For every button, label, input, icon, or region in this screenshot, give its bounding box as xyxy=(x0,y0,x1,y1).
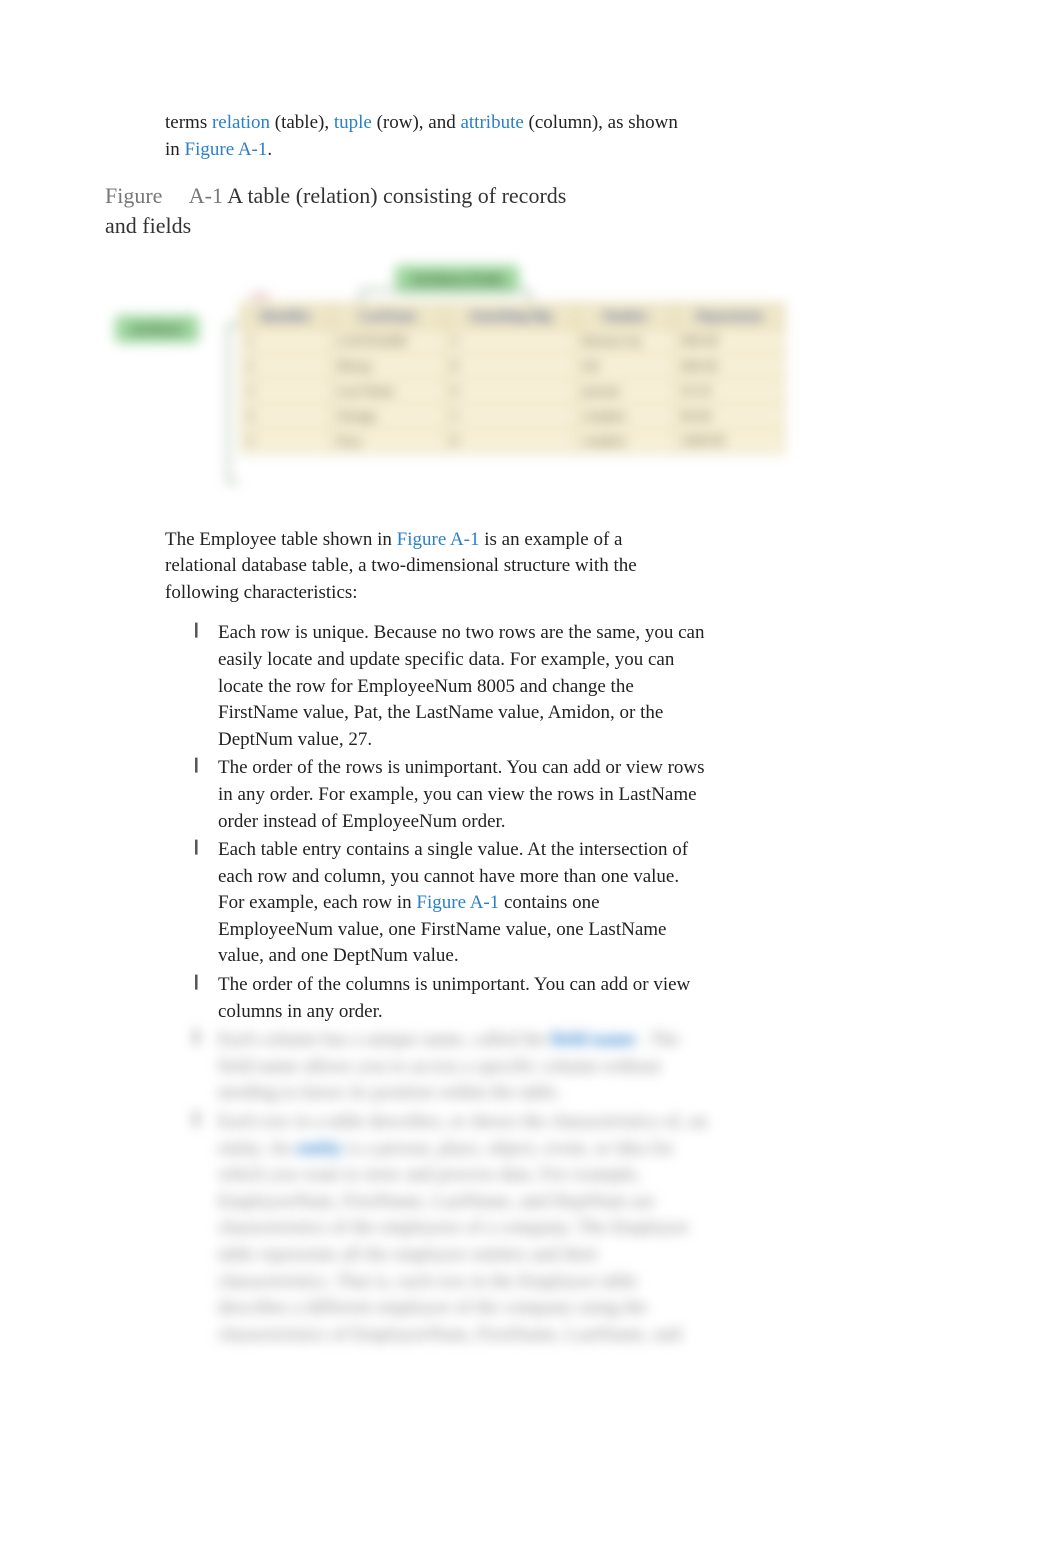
characteristics-intro: The Employee table shown in Figure A-1 i… xyxy=(165,527,685,607)
bullet-blur-post: is a person, place, object, event, or id… xyxy=(218,1138,689,1345)
bullet-blur-pre: Each column has a unique name, called th… xyxy=(218,1029,551,1050)
table-row: 3 Last-Name 9 present 55-55 xyxy=(241,378,785,403)
bullet-text: The order of the rows is unimportant. Yo… xyxy=(218,757,705,831)
figure-ref-a1-intro[interactable]: Figure A-1 xyxy=(185,139,268,160)
figure-caption: Figure A-1 A table (relation) consisting… xyxy=(105,181,585,240)
table-name-label: Table xyxy=(250,291,270,301)
figure-a1-image: Attributes/Fields attributes Table Ident… xyxy=(105,253,962,503)
intro-mid2: (row), and xyxy=(377,112,461,133)
characteristics-list: Each row is unique. Because no two rows … xyxy=(190,620,710,1348)
list-item: Each row is unique. Because no two rows … xyxy=(190,620,710,753)
th-0: Identifier xyxy=(241,303,331,328)
intro-pre: terms xyxy=(165,112,212,133)
callout-attributes: attributes xyxy=(115,315,199,343)
intro-end: . xyxy=(267,139,272,160)
figure-ref-a1-para2[interactable]: Figure A-1 xyxy=(397,529,480,550)
para2-pre: The Employee table shown in xyxy=(165,529,397,550)
th-3: Number xyxy=(576,303,675,328)
figure-title: A table (relation) consisting of records… xyxy=(105,183,566,238)
list-item: The order of the rows is unimportant. Yo… xyxy=(190,755,710,835)
term-entity[interactable]: entity xyxy=(296,1138,342,1159)
intro-mid1: (table), xyxy=(275,112,334,133)
bracket-top xyxy=(360,289,530,303)
term-relation[interactable]: relation xyxy=(212,112,270,133)
table-row: 1 LASTNAME 3 Bottom-Up 999-99 xyxy=(241,328,785,353)
term-attribute[interactable]: attribute xyxy=(460,112,523,133)
figure-label: Figure xyxy=(105,183,162,208)
th-1: LastName xyxy=(330,303,445,328)
table-header-row: Identifier LastName Something-Big Number… xyxy=(241,303,785,328)
table-row: 4 Strange 5 complex 66-66 xyxy=(241,403,785,428)
table-row: 5 Easy 8 complex 1699-99 xyxy=(241,428,785,453)
th-4: Department xyxy=(675,303,785,328)
bullet-text: Each row is unique. Because no two rows … xyxy=(218,622,704,749)
term-field-name[interactable]: field name xyxy=(551,1029,636,1050)
list-item-blurred: Each row in a table describes, or shows … xyxy=(190,1109,710,1348)
intro-paragraph: terms relation (table), tuple (row), and… xyxy=(165,110,685,163)
term-tuple[interactable]: tuple xyxy=(334,112,372,133)
figure-number: A-1 xyxy=(189,183,223,208)
bracket-left xyxy=(227,323,239,483)
figure-ref-a1-bullet3[interactable]: Figure A-1 xyxy=(416,892,499,913)
list-item-blurred: Each column has a unique name, called th… xyxy=(190,1027,710,1107)
list-item: The order of the columns is unimportant.… xyxy=(190,972,710,1025)
table-row: 2 Mixup 8 left 666-66 xyxy=(241,353,785,378)
bullet-text: The order of the columns is unimportant.… xyxy=(218,974,690,1022)
list-item: Each table entry contains a single value… xyxy=(190,837,710,970)
th-2: Something-Big xyxy=(445,303,576,328)
employee-table: Identifier LastName Something-Big Number… xyxy=(240,303,785,454)
